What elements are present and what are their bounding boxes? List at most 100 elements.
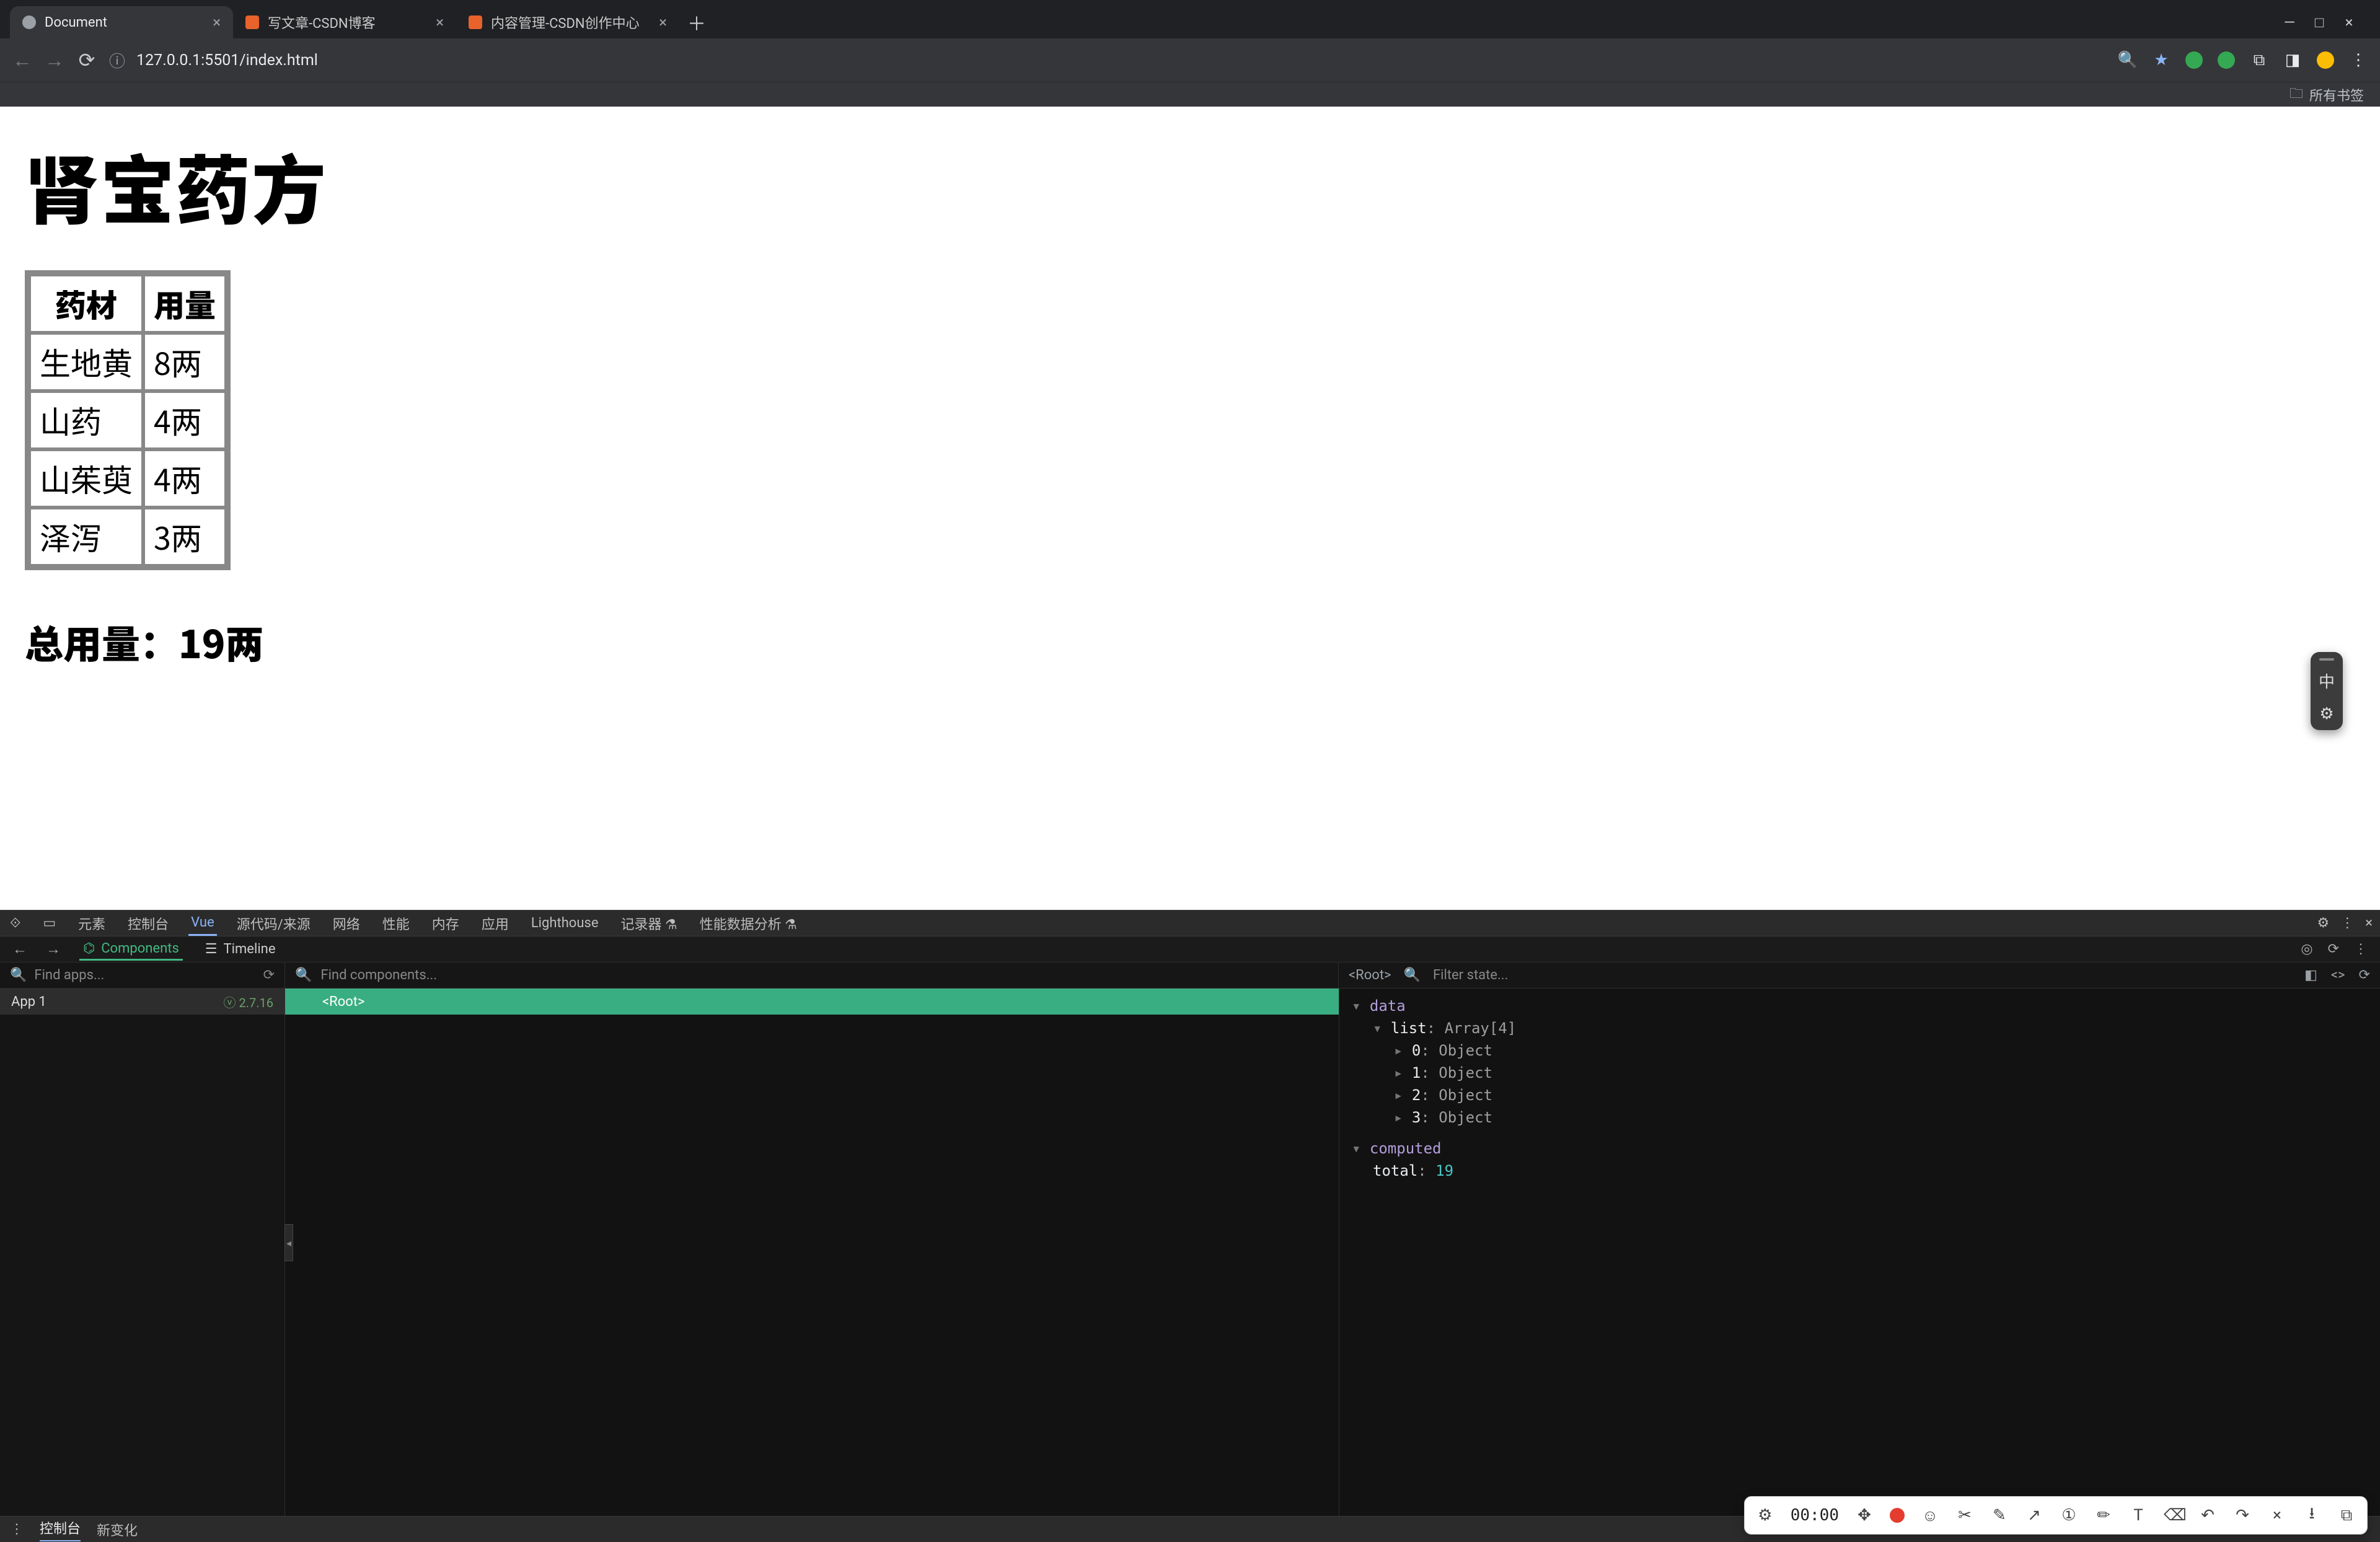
text-icon[interactable]: T xyxy=(2129,1506,2148,1525)
new-tab-button[interactable]: ＋ xyxy=(684,10,709,35)
state-total[interactable]: total: 19 xyxy=(1352,1160,2368,1182)
dt-tab-network[interactable]: 网络 xyxy=(330,910,363,937)
screen-recorder-toolbar[interactable]: ⚙ 00:00 ✥ ☺ ✂ ✎ ↗ ① ✏ T ⌫ ↶ ↷ × ⭳ ⧉ xyxy=(1744,1496,2368,1535)
tab-csdn-write[interactable]: 写文章-CSDN博客 × xyxy=(233,6,456,38)
inspect-icon[interactable]: ⟐ xyxy=(7,912,23,935)
state-list[interactable]: list: Array[4] xyxy=(1352,1017,2368,1039)
cell: 8两 xyxy=(145,335,224,389)
back-icon[interactable]: ← xyxy=(12,48,32,72)
state-item[interactable]: 1: Object xyxy=(1352,1062,2368,1084)
close-icon[interactable]: × xyxy=(659,14,667,31)
state-section-data[interactable]: data xyxy=(1352,995,2368,1017)
zoom-icon[interactable]: 🔍 xyxy=(2118,51,2137,69)
record-icon[interactable] xyxy=(1890,1508,1905,1523)
eraser-icon[interactable]: ⌫ xyxy=(2164,1506,2182,1525)
device-icon[interactable]: ▭ xyxy=(40,912,58,935)
code-icon[interactable]: <> xyxy=(2331,967,2345,983)
collapse-handle-icon[interactable]: ◂ xyxy=(284,1224,293,1261)
cell: 3两 xyxy=(145,509,224,564)
ime-handle-icon[interactable] xyxy=(2319,658,2334,661)
extensions-icon[interactable]: ⧉ xyxy=(2250,51,2268,69)
target-icon[interactable]: ◎ xyxy=(2301,941,2312,957)
state-item[interactable]: 2: Object xyxy=(1352,1084,2368,1106)
kebab-menu-icon[interactable]: ⋮ xyxy=(2340,915,2354,931)
dt-tab-vue[interactable]: Vue xyxy=(188,911,217,936)
find-components-input[interactable]: Find components... xyxy=(320,967,437,983)
pointer-icon[interactable]: ↗ xyxy=(2025,1506,2043,1525)
extension-green-icon[interactable] xyxy=(2185,51,2203,69)
smile-icon[interactable]: ☺ xyxy=(1921,1506,1939,1525)
annotate-icon[interactable]: ✎ xyxy=(1990,1506,2009,1525)
ime-switcher[interactable]: 中 ⚙ xyxy=(2311,652,2343,730)
reload-icon[interactable]: ⟳ xyxy=(77,48,97,72)
redo-icon[interactable]: ↷ xyxy=(2233,1506,2252,1525)
maximize-icon[interactable]: □ xyxy=(2311,14,2328,32)
close-icon[interactable]: × xyxy=(2365,915,2373,931)
dt-tab-perf-insights[interactable]: 性能数据分析 ⚗ xyxy=(697,910,800,937)
refresh-icon[interactable]: ⟳ xyxy=(263,967,275,983)
site-info-icon[interactable]: ⓘ xyxy=(109,49,125,72)
url-group[interactable]: ⓘ 127.0.0.1:5501/index.html xyxy=(109,49,318,72)
window-controls: — □ × xyxy=(2281,6,2370,38)
folder-icon: 🗀 xyxy=(2290,83,2303,107)
app-row[interactable]: App 1 ⓥ 2.7.16 xyxy=(0,989,284,1015)
dt-tab-application[interactable]: 应用 xyxy=(479,910,511,937)
tab-document[interactable]: Document × xyxy=(10,6,233,38)
find-apps-input[interactable]: Find apps... xyxy=(34,967,104,983)
close-icon[interactable]: × xyxy=(213,14,221,31)
close-icon[interactable]: × xyxy=(2268,1506,2286,1525)
kebab-menu-icon[interactable]: ⋮ xyxy=(2354,941,2368,957)
gear-icon[interactable]: ⚙ xyxy=(2319,701,2334,724)
dt-tab-console[interactable]: 控制台 xyxy=(125,910,171,937)
download-icon[interactable]: ⭳ xyxy=(2303,1502,2321,1529)
state-section-computed[interactable]: computed xyxy=(1352,1137,2368,1160)
tree-root[interactable]: <Root> xyxy=(285,989,1339,1015)
forward-icon[interactable]: → xyxy=(45,48,64,72)
close-window-icon[interactable]: × xyxy=(2340,14,2358,31)
scissors-icon[interactable]: ✂ xyxy=(1955,1506,1974,1525)
extension-green2-icon[interactable] xyxy=(2218,51,2235,69)
minimize-icon[interactable]: — xyxy=(2281,14,2298,31)
dt-tab-recorder[interactable]: 记录器 ⚗ xyxy=(619,910,680,937)
back-icon[interactable]: ← xyxy=(12,940,27,958)
gear-icon[interactable]: ⚙ xyxy=(2317,915,2330,931)
filter-state-input[interactable]: Filter state... xyxy=(1433,967,1508,983)
forward-icon[interactable]: → xyxy=(46,940,61,958)
drawer-tab-console[interactable]: 控制台 xyxy=(40,1518,81,1541)
kebab-menu-icon[interactable]: ⋮ xyxy=(10,1522,24,1537)
subtab-timeline[interactable]: ☰ Timeline xyxy=(201,939,280,959)
state-item[interactable]: 3: Object xyxy=(1352,1106,2368,1129)
scroll-to-icon[interactable]: ◧ xyxy=(2304,967,2317,983)
number-icon[interactable]: ① xyxy=(2060,1506,2078,1525)
dt-tab-memory[interactable]: 内存 xyxy=(430,910,462,937)
bookmarks-folder[interactable]: 所有书签 xyxy=(2309,85,2364,105)
move-icon[interactable]: ✥ xyxy=(1855,1506,1874,1525)
drawer-tab-whatsnew[interactable]: 新变化 xyxy=(97,1520,138,1540)
subtab-components[interactable]: ⌬ Components xyxy=(79,938,183,961)
components-icon: ⌬ xyxy=(83,941,95,956)
dt-tab-lighthouse[interactable]: Lighthouse xyxy=(529,912,601,935)
dt-tab-sources[interactable]: 源代码/来源 xyxy=(234,910,313,937)
close-icon[interactable]: × xyxy=(436,14,444,31)
state-item[interactable]: 0: Object xyxy=(1352,1039,2368,1062)
recorder-time: 00:00 xyxy=(1791,1506,1839,1525)
tab-csdn-manage[interactable]: 内容管理-CSDN创作中心 × xyxy=(456,6,679,38)
profile-avatar-icon[interactable] xyxy=(2317,51,2334,69)
copy-icon[interactable]: ⧉ xyxy=(2337,1506,2356,1525)
vue-sub-tabs: ← → ⌬ Components ☰ Timeline ◎ ⟳ ⋮ xyxy=(0,936,2380,963)
kebab-menu-icon[interactable]: ⋮ xyxy=(2349,51,2368,69)
undo-icon[interactable]: ↶ xyxy=(2198,1506,2217,1525)
cell: 泽泻 xyxy=(31,509,141,564)
dt-tab-elements[interactable]: 元素 xyxy=(76,910,108,937)
refresh-icon[interactable]: ⟳ xyxy=(2328,941,2339,957)
th-material: 药材 xyxy=(31,276,141,331)
side-panel-icon[interactable]: ◨ xyxy=(2283,51,2302,69)
cell: 生地黄 xyxy=(31,335,141,389)
dt-tab-performance[interactable]: 性能 xyxy=(380,910,412,937)
tree-root-label: <Root> xyxy=(322,994,365,1010)
bookmark-star-icon[interactable]: ★ xyxy=(2152,51,2171,69)
refresh-icon[interactable]: ⟳ xyxy=(2359,967,2370,983)
ime-language-label[interactable]: 中 xyxy=(2319,669,2335,692)
pen-icon[interactable]: ✏ xyxy=(2094,1506,2113,1525)
gear-icon[interactable]: ⚙ xyxy=(1756,1506,1774,1525)
